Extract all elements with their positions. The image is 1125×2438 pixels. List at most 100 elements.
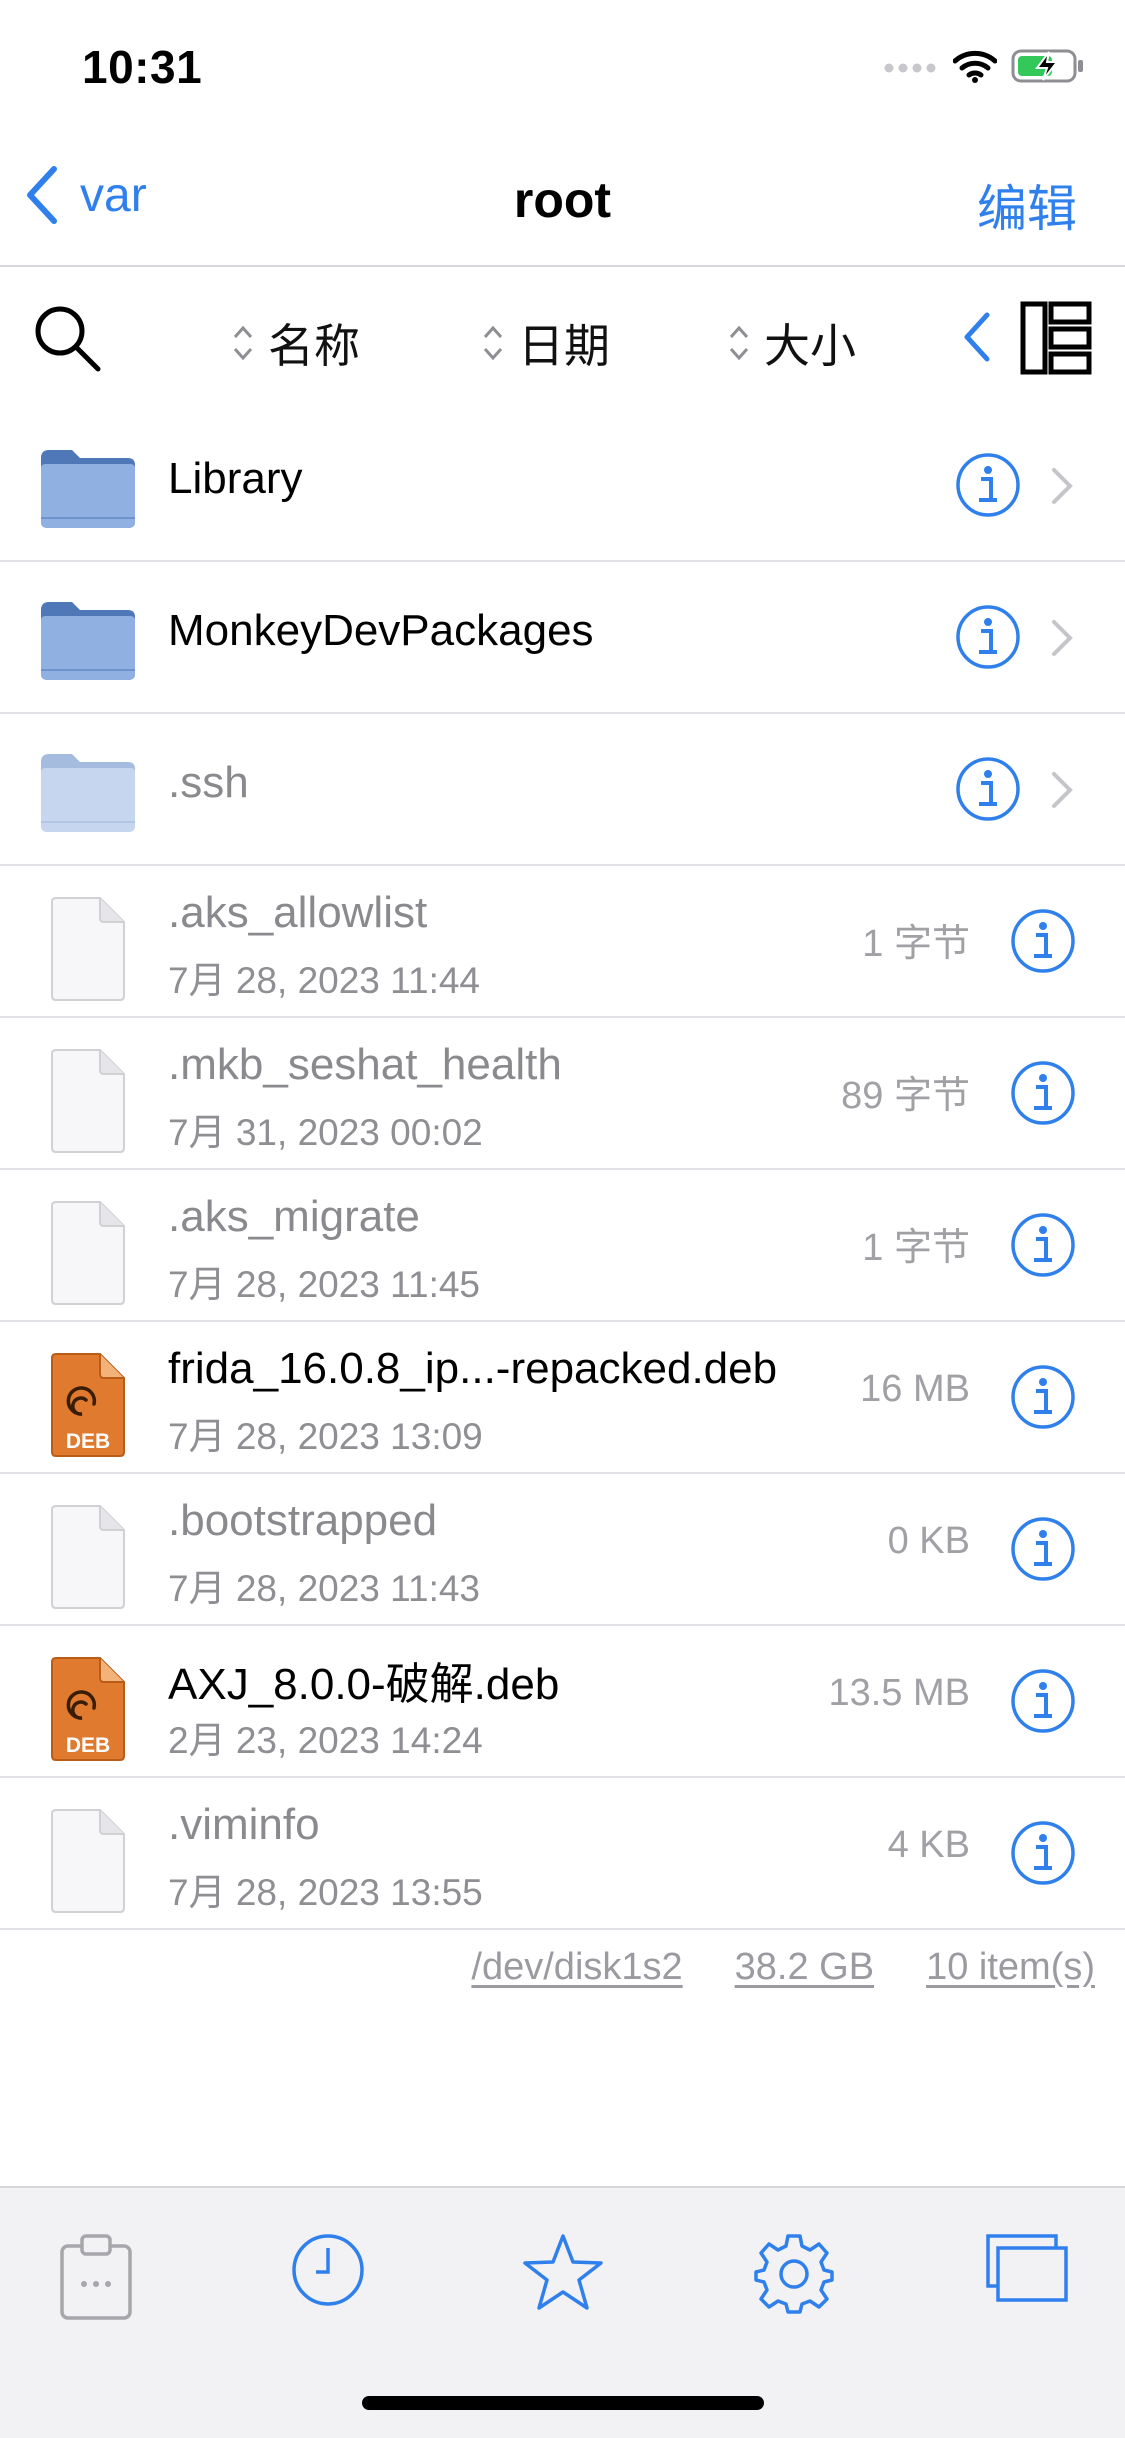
sort-date-label: 日期 — [518, 320, 610, 372]
tab-favorites[interactable] — [522, 2232, 604, 2317]
document-icon — [51, 1505, 125, 1609]
info-icon[interactable] — [1010, 1364, 1076, 1430]
info-icon[interactable] — [1010, 1668, 1076, 1734]
info-icon[interactable] — [1010, 1212, 1076, 1278]
status-time: 10:31 — [82, 41, 203, 93]
sort-by-size-button[interactable]: 大小 — [728, 310, 856, 376]
layout-grid-icon — [1020, 301, 1092, 375]
sort-arrows-icon — [233, 325, 253, 361]
item-name: .ssh — [168, 758, 249, 807]
battery-charging-icon — [1011, 49, 1083, 83]
search-button[interactable] — [32, 303, 102, 378]
deb-package-icon: DEB — [51, 1353, 125, 1457]
info-icon[interactable] — [955, 452, 1021, 518]
item-date: 7月 28, 2023 13:09 — [168, 1416, 483, 1457]
document-icon — [51, 1809, 125, 1913]
chevron-left-icon — [964, 312, 990, 362]
cellular-signal-icon — [884, 63, 936, 73]
item-name: .viminfo — [168, 1800, 320, 1849]
item-date: 7月 28, 2023 11:45 — [168, 1264, 481, 1305]
file-row[interactable]: .viminfo 7月 28, 2023 13:55 4 KB — [0, 1778, 1125, 1930]
item-date: 7月 28, 2023 11:44 — [168, 960, 481, 1001]
item-name: .bootstrapped — [168, 1496, 438, 1545]
windows-icon — [986, 2234, 1068, 2302]
chevron-right-icon — [1052, 468, 1073, 504]
disk-link[interactable]: /dev/disk1s2 — [471, 1946, 682, 1989]
item-name: AXJ_8.0.0-破解.deb — [168, 1660, 560, 1709]
item-date: 7月 28, 2023 11:43 — [168, 1568, 481, 1609]
info-icon[interactable] — [1010, 1060, 1076, 1126]
item-name: MonkeyDevPackages — [168, 606, 594, 655]
home-indicator — [362, 2396, 764, 2410]
item-date: 2月 23, 2023 14:24 — [168, 1720, 483, 1761]
clock-icon — [292, 2234, 364, 2306]
folder-row[interactable]: MonkeyDevPackages — [0, 562, 1125, 714]
file-row[interactable]: .aks_allowlist 7月 28, 2023 11:44 1 字节 — [0, 866, 1125, 1018]
deb-badge-label: DEB — [66, 1430, 110, 1453]
sort-toolbar: 名称 日期 大小 — [0, 267, 1125, 412]
info-icon[interactable] — [1010, 1516, 1076, 1582]
item-size: 16 MB — [860, 1368, 970, 1410]
item-size: 4 KB — [887, 1824, 970, 1866]
info-icon[interactable] — [955, 604, 1021, 670]
item-size: 1 字节 — [862, 923, 970, 965]
file-row[interactable]: .aks_migrate 7月 28, 2023 11:45 1 字节 — [0, 1170, 1125, 1322]
sort-size-label: 大小 — [764, 320, 856, 372]
view-mode-button[interactable] — [1020, 301, 1092, 380]
navigation-bar: var root 编辑 — [0, 135, 1125, 267]
file-row[interactable]: .mkb_seshat_health 7月 31, 2023 00:02 89 … — [0, 1018, 1125, 1170]
gear-icon — [754, 2234, 834, 2314]
sort-by-name-button[interactable]: 名称 — [232, 310, 360, 376]
item-name: .aks_migrate — [168, 1192, 420, 1241]
status-indicators — [883, 48, 1085, 84]
file-row[interactable]: DEB frida_16.0.8_ip...-repacked.deb 7月 2… — [0, 1322, 1125, 1474]
item-date: 7月 28, 2023 13:55 — [168, 1872, 483, 1913]
file-row[interactable]: .bootstrapped 7月 28, 2023 11:43 0 KB — [0, 1474, 1125, 1626]
tab-settings[interactable] — [752, 2232, 836, 2321]
sort-by-date-button[interactable]: 日期 — [482, 310, 610, 376]
tab-windows[interactable] — [984, 2232, 1070, 2309]
item-date: 7月 31, 2023 00:02 — [168, 1112, 483, 1153]
item-size: 1 字节 — [862, 1227, 970, 1269]
item-name: frida_16.0.8_ip...-repacked.deb — [168, 1344, 778, 1393]
file-list: Library MonkeyDevPackages .ssh .aks_allo… — [0, 410, 1125, 1930]
chevron-right-icon — [1052, 772, 1073, 808]
document-icon — [51, 1201, 125, 1305]
sort-arrows-icon — [483, 325, 503, 361]
item-count-link[interactable]: 10 item(s) — [926, 1946, 1095, 1989]
collapse-button[interactable] — [962, 311, 992, 368]
item-name: .mkb_seshat_health — [168, 1040, 562, 1089]
info-icon[interactable] — [955, 756, 1021, 822]
page-title: root — [513, 172, 612, 228]
folder-row[interactable]: .ssh — [0, 714, 1125, 866]
document-icon — [51, 1049, 125, 1153]
capacity-link[interactable]: 38.2 GB — [735, 1946, 874, 1989]
tab-recent[interactable] — [290, 2232, 366, 2313]
chevron-right-icon — [1052, 620, 1073, 656]
item-size: 0 KB — [887, 1520, 970, 1562]
search-icon — [35, 306, 101, 372]
document-icon — [51, 897, 125, 1001]
folder-icon — [41, 754, 135, 832]
deb-package-icon: DEB — [51, 1657, 125, 1761]
sort-name-label: 名称 — [268, 320, 360, 372]
storage-summary: /dev/disk1s2 38.2 GB 10 item(s) — [471, 1946, 1095, 1989]
item-size: 89 字节 — [841, 1075, 970, 1117]
item-name: .aks_allowlist — [168, 888, 428, 937]
edit-button[interactable]: 编辑 — [977, 169, 1077, 241]
clipboard-icon — [60, 2234, 132, 2320]
item-size: 13.5 MB — [828, 1672, 970, 1714]
deb-badge-label: DEB — [66, 1734, 110, 1757]
info-icon[interactable] — [1010, 1820, 1076, 1886]
info-icon[interactable] — [1010, 908, 1076, 974]
tab-clipboard[interactable] — [58, 2232, 134, 2327]
folder-icon — [41, 450, 135, 528]
wifi-icon — [953, 50, 997, 83]
file-row[interactable]: DEB AXJ_8.0.0-破解.deb 2月 23, 2023 14:24 1… — [0, 1626, 1125, 1778]
item-name: Library — [168, 454, 303, 503]
folder-icon — [41, 602, 135, 680]
status-bar: 10:31 — [0, 0, 1125, 135]
sort-arrows-icon — [729, 325, 749, 361]
star-icon — [523, 2234, 603, 2310]
folder-row[interactable]: Library — [0, 410, 1125, 562]
